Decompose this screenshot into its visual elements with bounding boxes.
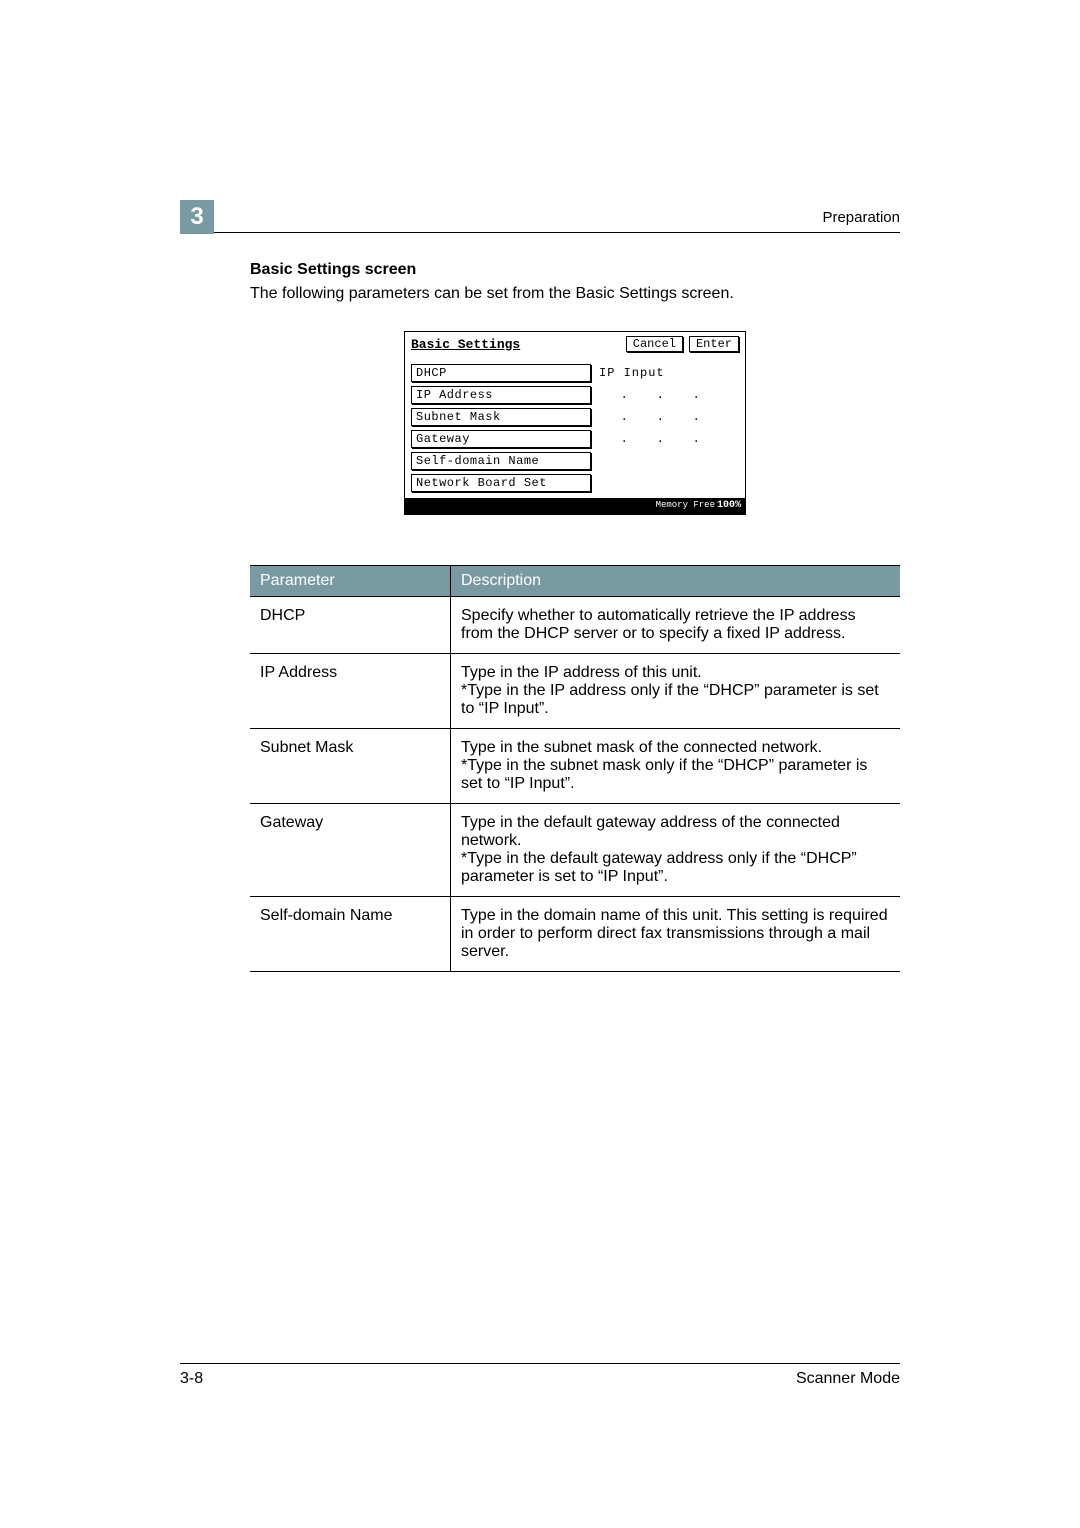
chapter-title: Preparation — [822, 209, 900, 228]
param-name-cell: Subnet Mask — [250, 729, 451, 804]
device-setting-row: Gateway . . . — [411, 430, 739, 448]
device-field-button[interactable]: DHCP — [411, 364, 591, 382]
device-field-button[interactable]: Subnet Mask — [411, 408, 591, 426]
memory-free-label: Memory Free — [656, 501, 715, 510]
device-field-value: . . . — [599, 432, 721, 446]
device-field-value: . . . — [599, 410, 721, 424]
device-field-button[interactable]: Self-domain Name — [411, 452, 591, 470]
memory-free-value: 100% — [717, 500, 741, 511]
device-field-button[interactable]: Network Board Set — [411, 474, 591, 492]
device-status-bar: Memory Free100% — [405, 498, 745, 514]
device-setting-row: DHCP IP Input — [411, 364, 739, 382]
footer-doc-title: Scanner Mode — [796, 1370, 900, 1388]
device-setting-row: Subnet Mask . . . — [411, 408, 739, 426]
table-row: Self-domain NameType in the domain name … — [250, 897, 900, 972]
enter-button[interactable]: Enter — [689, 336, 739, 352]
param-desc-cell: Type in the subnet mask of the connected… — [451, 729, 901, 804]
section-subheading: Basic Settings screen — [250, 261, 900, 279]
device-field-button[interactable]: IP Address — [411, 386, 591, 404]
param-desc-cell: Specify whether to automatically retriev… — [451, 597, 901, 654]
device-setting-row: IP Address . . . — [411, 386, 739, 404]
page-number: 3-8 — [180, 1370, 203, 1388]
intro-paragraph: The following parameters can be set from… — [250, 285, 900, 303]
param-desc-cell: Type in the IP address of this unit. *Ty… — [451, 654, 901, 729]
table-row: DHCPSpecify whether to automatically ret… — [250, 597, 900, 654]
page-header: 3 Preparation — [180, 200, 900, 233]
table-row: GatewayType in the default gateway addre… — [250, 804, 900, 897]
device-field-value: IP Input — [599, 366, 665, 380]
param-desc-cell: Type in the domain name of this unit. Th… — [451, 897, 901, 972]
table-row: Subnet MaskType in the subnet mask of th… — [250, 729, 900, 804]
parameter-table: Parameter Description DHCPSpecify whethe… — [250, 565, 900, 972]
device-setting-row: Network Board Set — [411, 474, 739, 492]
param-name-cell: DHCP — [250, 597, 451, 654]
cancel-button[interactable]: Cancel — [626, 336, 683, 352]
chapter-number-badge: 3 — [180, 200, 214, 234]
device-screen-title: Basic Settings — [411, 337, 520, 352]
param-name-cell: Gateway — [250, 804, 451, 897]
device-field-button[interactable]: Gateway — [411, 430, 591, 448]
device-screen-mock: Basic Settings Cancel Enter DHCP IP Input… — [404, 331, 746, 515]
device-field-value: . . . — [599, 388, 721, 402]
param-name-cell: Self-domain Name — [250, 897, 451, 972]
page-footer: 3-8 Scanner Mode — [180, 1363, 900, 1388]
table-row: IP AddressType in the IP address of this… — [250, 654, 900, 729]
table-head-description: Description — [451, 566, 901, 597]
param-name-cell: IP Address — [250, 654, 451, 729]
table-head-parameter: Parameter — [250, 566, 451, 597]
device-setting-row: Self-domain Name — [411, 452, 739, 470]
param-desc-cell: Type in the default gateway address of t… — [451, 804, 901, 897]
